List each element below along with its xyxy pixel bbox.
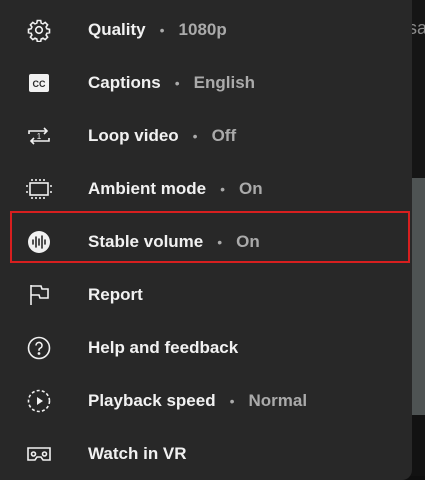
menu-item-label: Quality (88, 19, 146, 39)
menu-item-value: Normal (248, 390, 308, 410)
menu-item-watch-in-vr[interactable]: Watch in VR (0, 427, 412, 480)
separator-dot: • (174, 74, 180, 91)
selection-highlight-box (10, 211, 410, 263)
menu-item-help-and-feedback[interactable]: Help and feedback (0, 321, 412, 374)
separator-dot: • (229, 392, 235, 409)
menu-item-playback-speed[interactable]: Playback speed • Normal (0, 374, 412, 427)
menu-item-captions[interactable]: CC Captions • English (0, 56, 412, 109)
menu-item-value: On (238, 178, 263, 198)
help-icon (26, 335, 52, 361)
menu-item-label: Report (88, 284, 143, 304)
menu-item-value: 1080p (178, 19, 227, 39)
menu-item-loop-video[interactable]: 1 Loop video • Off (0, 109, 412, 162)
ambient-mode-icon (26, 176, 52, 202)
gear-icon (26, 17, 52, 43)
flag-icon (26, 282, 52, 308)
vr-headset-icon (26, 441, 52, 467)
menu-item-report[interactable]: Report (0, 268, 412, 321)
menu-item-label: Playback speed (88, 390, 216, 410)
menu-item-value: English (193, 72, 256, 92)
menu-item-value: Off (211, 125, 237, 145)
captions-icon: CC (26, 70, 52, 96)
separator-dot: • (220, 180, 225, 197)
menu-item-quality[interactable]: Quality • 1080p (0, 3, 412, 56)
menu-item-ambient-mode[interactable]: Ambient mode • On (0, 162, 412, 215)
loop-icon: 1 (26, 123, 52, 149)
playback-speed-icon (26, 388, 52, 414)
menu-item-label: Captions (88, 72, 161, 92)
separator-dot: • (192, 127, 198, 144)
menu-item-label: Watch in VR (88, 443, 187, 463)
menu-item-label: Help and feedback (88, 337, 239, 357)
separator-dot: • (159, 21, 165, 38)
menu-item-label: Loop video (88, 125, 179, 145)
svg-text:CC: CC (33, 79, 46, 89)
svg-text:1: 1 (37, 132, 42, 141)
menu-item-label: Ambient mode (88, 178, 207, 198)
